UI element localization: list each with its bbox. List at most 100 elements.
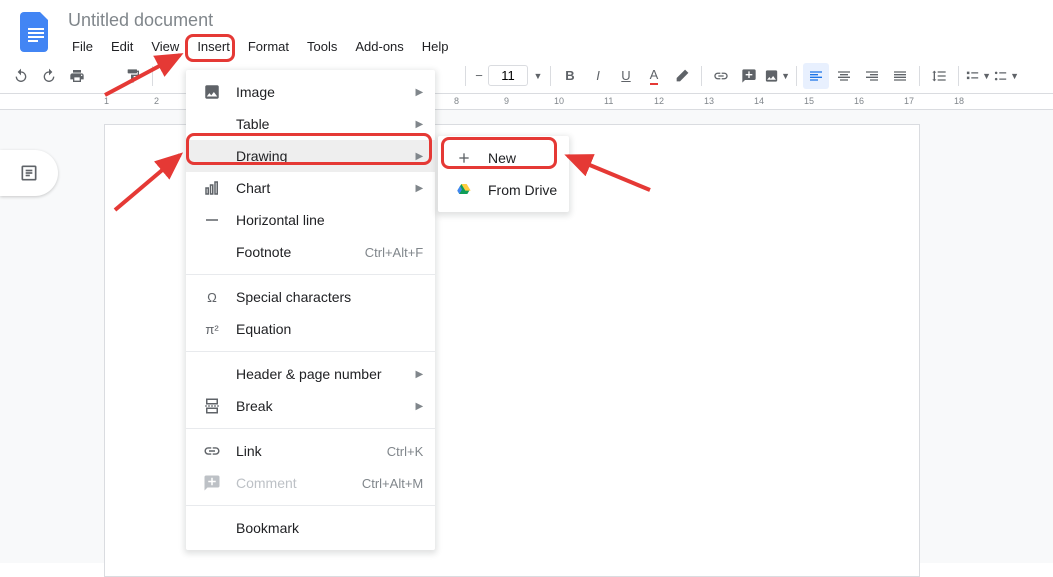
- toolbar-separator: [152, 66, 153, 86]
- highlight-button[interactable]: [669, 63, 695, 89]
- hline-icon: [202, 210, 222, 230]
- menu-format[interactable]: Format: [240, 35, 297, 58]
- ruler-mark: 15: [804, 96, 814, 106]
- menu-label: Comment: [236, 475, 328, 491]
- menu-label: Bookmark: [236, 520, 423, 536]
- footnote-icon: [202, 242, 222, 262]
- app-header: Untitled document File Edit View Insert …: [0, 0, 1053, 58]
- toolbar-separator: [958, 66, 959, 86]
- plus-icon: [454, 148, 474, 168]
- toolbar-separator: [796, 66, 797, 86]
- toolbar-separator: [465, 66, 466, 86]
- insert-special-item[interactable]: Ω Special characters: [186, 281, 435, 313]
- docs-logo-icon[interactable]: [16, 12, 56, 52]
- align-left-button[interactable]: [803, 63, 829, 89]
- add-comment-button[interactable]: [736, 63, 762, 89]
- link-icon: [202, 441, 222, 461]
- insert-footnote-item[interactable]: Footnote Ctrl+Alt+F: [186, 236, 435, 268]
- document-title[interactable]: Untitled document: [64, 8, 1045, 33]
- ruler-mark: 16: [854, 96, 864, 106]
- menu-help[interactable]: Help: [414, 35, 457, 58]
- insert-drawing-item[interactable]: Drawing ▶: [186, 140, 435, 172]
- insert-hline-item[interactable]: Horizontal line: [186, 204, 435, 236]
- submenu-arrow-icon: ▶: [396, 369, 424, 380]
- chart-icon: [202, 178, 222, 198]
- menu-label: Header & page number: [236, 366, 382, 382]
- underline-button[interactable]: U: [613, 63, 639, 89]
- insert-chart-item[interactable]: Chart ▶: [186, 172, 435, 204]
- ruler-mark: 10: [554, 96, 564, 106]
- shortcut-label: Ctrl+Alt+M: [362, 476, 423, 491]
- menu-label: Horizontal line: [236, 212, 423, 228]
- table-icon: [202, 114, 222, 134]
- menu-view[interactable]: View: [143, 35, 187, 58]
- menu-tools[interactable]: Tools: [299, 35, 345, 58]
- line-spacing-button[interactable]: [926, 63, 952, 89]
- menu-addons[interactable]: Add-ons: [347, 35, 411, 58]
- submenu-arrow-icon: ▶: [396, 151, 424, 162]
- drawing-from-drive-item[interactable]: From Drive: [438, 174, 569, 206]
- ruler-mark: 8: [454, 96, 459, 106]
- menubar: File Edit View Insert Format Tools Add-o…: [64, 35, 1045, 58]
- submenu-arrow-icon: ▶: [396, 183, 424, 194]
- drive-icon: [454, 180, 474, 200]
- menu-separator: [186, 428, 435, 429]
- toolbar: − ▼ B I U A ▼ ▼ ▼: [0, 58, 1053, 94]
- checklist-button[interactable]: ▼: [965, 63, 991, 89]
- toolbar-separator: [550, 66, 551, 86]
- bookmark-icon: [202, 518, 222, 538]
- insert-bookmark-item[interactable]: Bookmark: [186, 512, 435, 544]
- header-icon: [202, 364, 222, 384]
- insert-image-item[interactable]: Image ▶: [186, 76, 435, 108]
- font-size-increase[interactable]: ▼: [530, 63, 544, 89]
- insert-header-item[interactable]: Header & page number ▶: [186, 358, 435, 390]
- menu-edit[interactable]: Edit: [103, 35, 141, 58]
- submenu-arrow-icon: ▶: [396, 119, 424, 130]
- menu-separator: [186, 274, 435, 275]
- insert-link-item[interactable]: Link Ctrl+K: [186, 435, 435, 467]
- ruler-mark: 13: [704, 96, 714, 106]
- ruler-mark: 12: [654, 96, 664, 106]
- undo-button[interactable]: [8, 63, 34, 89]
- insert-image-button[interactable]: ▼: [764, 63, 790, 89]
- menu-label: Image: [236, 84, 382, 100]
- menu-label: Drawing: [236, 148, 382, 164]
- comment-icon: [202, 473, 222, 493]
- insert-break-item[interactable]: Break ▶: [186, 390, 435, 422]
- redo-button[interactable]: [36, 63, 62, 89]
- menu-label: Equation: [236, 321, 423, 337]
- menu-label: Break: [236, 398, 382, 414]
- ruler-mark: 11: [604, 96, 613, 106]
- text-color-button[interactable]: A: [641, 63, 667, 89]
- italic-button[interactable]: I: [585, 63, 611, 89]
- ruler-mark: 14: [754, 96, 764, 106]
- font-size-decrease[interactable]: −: [472, 63, 486, 89]
- omega-icon: Ω: [202, 287, 222, 307]
- menu-label: New: [488, 150, 557, 166]
- show-outline-button[interactable]: [0, 150, 58, 196]
- menu-label: Chart: [236, 180, 382, 196]
- spellcheck-button[interactable]: [92, 63, 118, 89]
- ruler-mark: 2: [154, 96, 159, 106]
- drawing-new-item[interactable]: New: [438, 142, 569, 174]
- insert-link-button[interactable]: [708, 63, 734, 89]
- insert-table-item[interactable]: Table ▶: [186, 108, 435, 140]
- horizontal-ruler[interactable]: 123456789101112131415161718: [0, 94, 1053, 110]
- insert-equation-item[interactable]: π² Equation: [186, 313, 435, 345]
- print-button[interactable]: [64, 63, 90, 89]
- align-justify-button[interactable]: [887, 63, 913, 89]
- bulleted-list-button[interactable]: ▼: [993, 63, 1019, 89]
- menu-insert[interactable]: Insert: [189, 35, 238, 58]
- submenu-arrow-icon: ▶: [396, 87, 424, 98]
- bold-button[interactable]: B: [557, 63, 583, 89]
- menu-file[interactable]: File: [64, 35, 101, 58]
- font-size-input[interactable]: [488, 65, 528, 86]
- ruler-mark: 9: [504, 96, 509, 106]
- ruler-mark: 17: [904, 96, 914, 106]
- align-right-button[interactable]: [859, 63, 885, 89]
- insert-comment-item: Comment Ctrl+Alt+M: [186, 467, 435, 499]
- menu-separator: [186, 505, 435, 506]
- menu-label: Table: [236, 116, 382, 132]
- align-center-button[interactable]: [831, 63, 857, 89]
- paint-format-button[interactable]: [120, 63, 146, 89]
